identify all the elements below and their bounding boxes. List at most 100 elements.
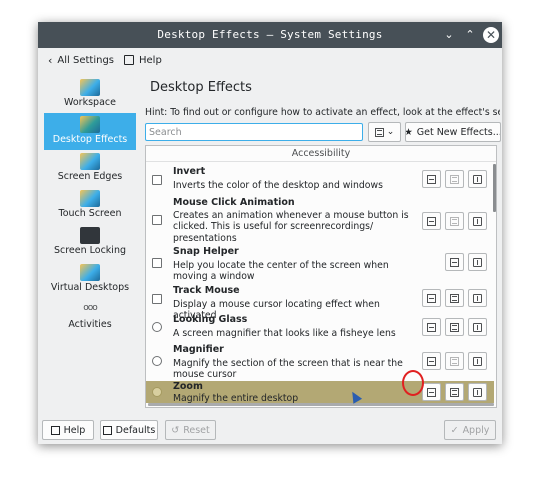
reset-button-label: Reset — [183, 424, 210, 436]
page-title: Desktop Effects — [150, 80, 252, 95]
effect-video-button[interactable] — [422, 289, 441, 307]
effect-name: Looking Glass — [173, 314, 248, 325]
about-icon — [473, 216, 482, 226]
view-options-button[interactable]: ⌄ — [368, 122, 401, 142]
effect-checkbox[interactable] — [152, 175, 162, 185]
effect-name: Mouse Click Animation — [173, 197, 295, 208]
effects-list[interactable]: Accessibility Invert Inverts the color o… — [145, 145, 497, 408]
effect-row-looking-glass[interactable]: Looking Glass A screen magnifier that lo… — [146, 313, 494, 341]
effect-video-button[interactable] — [422, 383, 441, 401]
sidebar-item-screen-locking[interactable]: Screen Locking — [44, 224, 136, 261]
sidebar-item-label: Screen Locking — [53, 245, 127, 256]
virtual-desktops-icon — [80, 264, 100, 281]
effect-about-button[interactable] — [468, 253, 487, 271]
effect-checkbox[interactable] — [152, 258, 162, 268]
effect-radio[interactable] — [152, 356, 162, 366]
screen-locking-icon — [80, 227, 100, 244]
effect-about-button[interactable] — [468, 212, 487, 230]
effect-about-button[interactable] — [468, 383, 487, 401]
configure-icon — [450, 356, 459, 366]
effect-name: Zoom — [173, 381, 203, 392]
search-field[interactable] — [145, 123, 363, 141]
effect-video-button[interactable] — [422, 212, 441, 230]
defaults-icon — [102, 425, 112, 435]
effect-checkbox[interactable] — [152, 215, 162, 225]
maximize-icon[interactable]: ⌃ — [462, 27, 478, 43]
sidebar-item-screen-edges[interactable]: Screen Edges — [44, 150, 136, 187]
minimize-icon[interactable]: ⌄ — [441, 27, 457, 43]
chevron-down-icon: ⌄ — [386, 127, 395, 137]
get-new-effects-button[interactable]: ★ Get New Effects... — [405, 122, 501, 142]
effect-row-zoom[interactable]: Zoom Magnify the entire desktop — [146, 381, 494, 404]
sidebar-item-label: Virtual Desktops — [50, 282, 130, 293]
check-icon: ✓ — [450, 424, 459, 436]
about-icon — [473, 322, 482, 332]
effect-about-button[interactable] — [468, 352, 487, 370]
effect-configure-button[interactable] — [445, 318, 464, 336]
effect-configure-button[interactable] — [445, 212, 464, 230]
configure-icon — [450, 387, 459, 397]
effect-row-invert[interactable]: Invert Inverts the color of the desktop … — [146, 163, 494, 194]
defaults-button-label: Defaults — [115, 424, 156, 436]
search-input[interactable] — [146, 124, 362, 140]
apply-button[interactable]: ✓ Apply — [444, 420, 496, 440]
effect-radio[interactable] — [152, 322, 162, 332]
effect-name: Magnifier — [173, 344, 224, 355]
configure-icon — [450, 322, 459, 332]
sidebar-item-activities[interactable]: ooo Activities — [44, 298, 136, 335]
effect-row-mouse-click-animation[interactable]: Mouse Click Animation Creates an animati… — [146, 195, 494, 244]
effect-configure-button[interactable] — [445, 289, 464, 307]
effect-about-button[interactable] — [468, 318, 487, 336]
help-book-icon — [124, 55, 134, 65]
settings-sidebar: Workspace Desktop Effects Screen Edges T… — [44, 76, 136, 340]
sidebar-item-touch-screen[interactable]: Touch Screen — [44, 187, 136, 224]
effect-name: Invert — [173, 166, 206, 177]
reset-button[interactable]: ↺ Reset — [165, 420, 216, 440]
effect-about-button[interactable] — [468, 170, 487, 188]
defaults-button[interactable]: Defaults — [100, 420, 158, 440]
sidebar-item-virtual-desktops[interactable]: Virtual Desktops — [44, 261, 136, 298]
effect-video-button[interactable] — [445, 253, 464, 271]
sidebar-item-desktop-effects[interactable]: Desktop Effects — [44, 113, 136, 150]
sidebar-item-label: Desktop Effects — [52, 134, 128, 145]
workspace-icon — [80, 79, 100, 96]
vertical-scrollbar[interactable] — [493, 164, 496, 212]
window-title: Desktop Effects — System Settings — [157, 28, 383, 41]
star-icon: ★ — [405, 126, 413, 138]
effect-configure-button[interactable] — [445, 170, 464, 188]
apply-button-label: Apply — [462, 424, 490, 436]
effect-about-button[interactable] — [468, 289, 487, 307]
effect-video-button[interactable] — [422, 318, 441, 336]
sidebar-item-workspace[interactable]: Workspace — [44, 76, 136, 113]
help-button-label: Help — [63, 424, 86, 436]
about-icon — [473, 293, 482, 303]
title-bar[interactable]: Desktop Effects — System Settings ⌄ ⌃ ✕ — [38, 22, 502, 48]
effect-video-button[interactable] — [422, 170, 441, 188]
video-icon — [450, 257, 459, 267]
sidebar-item-label: Workspace — [64, 97, 116, 108]
all-settings-button[interactable]: ‹ All Settings — [48, 52, 114, 68]
help-menu-button[interactable]: Help — [124, 52, 162, 68]
about-icon — [473, 356, 482, 366]
effect-row-magnifier[interactable]: Magnifier Magnify the section of the scr… — [146, 342, 494, 380]
effect-row-snap-helper[interactable]: Snap Helper Help you locate the center o… — [146, 244, 494, 282]
effect-row-track-mouse[interactable]: Track Mouse Display a mouse cursor locat… — [146, 283, 494, 321]
video-icon — [427, 387, 436, 397]
effect-video-button[interactable] — [422, 352, 441, 370]
effect-configure-button[interactable] — [445, 352, 464, 370]
help-button[interactable]: Help — [42, 420, 94, 440]
help-icon — [50, 425, 60, 435]
close-icon[interactable]: ✕ — [483, 27, 499, 43]
configure-icon — [450, 174, 459, 184]
sidebar-item-label: Touch Screen — [58, 208, 122, 219]
about-icon — [473, 257, 482, 267]
video-icon — [427, 356, 436, 366]
about-icon — [473, 387, 482, 397]
effect-configure-button[interactable] — [445, 383, 464, 401]
desktop-effects-icon — [80, 116, 100, 133]
configure-icon — [450, 293, 459, 303]
effect-checkbox[interactable] — [152, 294, 162, 304]
effect-radio[interactable] — [152, 387, 162, 397]
video-icon — [427, 322, 436, 332]
horizontal-scrollbar[interactable] — [148, 403, 494, 406]
